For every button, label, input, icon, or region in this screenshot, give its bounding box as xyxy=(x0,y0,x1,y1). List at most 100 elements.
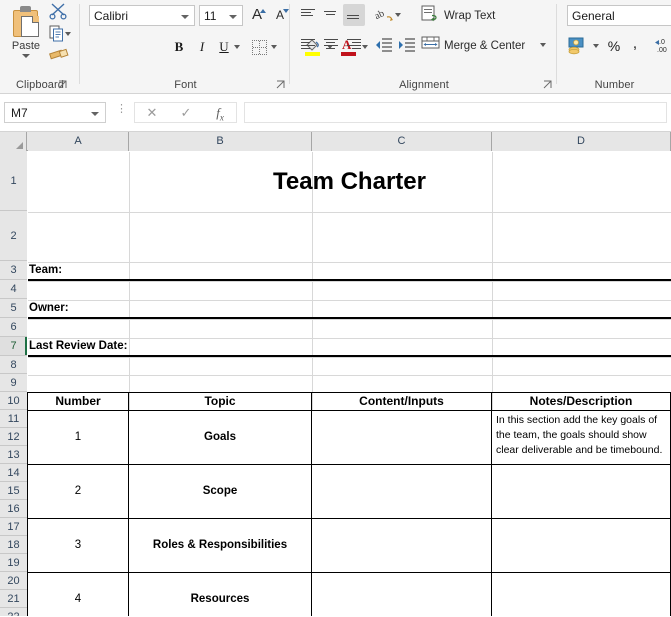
align-top-button[interactable] xyxy=(297,4,319,26)
table-cell-topic[interactable]: Scope xyxy=(128,464,312,519)
row-header-4[interactable]: 4 xyxy=(0,280,27,299)
sheet-title-cell[interactable]: Team Charter xyxy=(28,152,671,212)
borders-dropdown-caret[interactable] xyxy=(271,45,277,49)
clipboard-dialog-launcher[interactable] xyxy=(58,80,68,90)
align-left-button[interactable] xyxy=(297,34,319,56)
table-cell-notes[interactable] xyxy=(491,464,671,519)
row-header-13[interactable]: 13 xyxy=(0,446,27,464)
table-header-notes-description[interactable]: Notes/Description xyxy=(491,392,671,411)
row-header-3[interactable]: 3 xyxy=(0,261,27,280)
align-middle-button[interactable] xyxy=(320,4,342,26)
row-header-15[interactable]: 15 xyxy=(0,482,27,500)
table-cell-number[interactable]: 2 xyxy=(27,464,129,519)
row-header-19[interactable]: 19 xyxy=(0,554,27,572)
merge-and-center-dropdown-caret[interactable] xyxy=(540,43,546,47)
column-header-a[interactable]: A xyxy=(28,132,129,151)
row-header-6[interactable]: 6 xyxy=(0,318,27,337)
align-bottom-button[interactable] xyxy=(343,4,365,26)
check-icon[interactable]: ✓ xyxy=(169,103,203,122)
borders-button[interactable] xyxy=(249,36,271,58)
row-header-2[interactable]: 2 xyxy=(0,211,27,261)
table-cell-notes[interactable]: In this section add the key goals of the… xyxy=(491,410,671,465)
wrap-text-button[interactable] xyxy=(419,3,443,25)
column-header-b[interactable]: B xyxy=(129,132,312,151)
scissors-icon[interactable] xyxy=(48,2,70,22)
table-cell-content[interactable] xyxy=(311,464,492,519)
table-cell-number[interactable]: 4 xyxy=(27,572,129,616)
field-label-last-review-date[interactable]: Last Review Date: xyxy=(28,338,671,357)
number-format-select[interactable]: General xyxy=(567,5,671,26)
column-header-c[interactable]: C xyxy=(312,132,492,151)
align-center-button[interactable] xyxy=(320,34,342,56)
increase-font-size-button[interactable]: A xyxy=(246,4,268,26)
row-header-16[interactable]: 16 xyxy=(0,500,27,518)
paste-dropdown-caret[interactable] xyxy=(22,54,30,58)
row-header-14[interactable]: 14 xyxy=(0,464,27,482)
table-header-number[interactable]: Number xyxy=(27,392,129,411)
accounting-format-dropdown-caret[interactable] xyxy=(593,44,599,48)
copy-icon[interactable] xyxy=(48,24,71,44)
table-cell-number[interactable]: 3 xyxy=(27,518,129,573)
table-cell-content[interactable] xyxy=(311,572,492,616)
italic-button[interactable]: I xyxy=(191,36,213,58)
column-header-d[interactable]: D xyxy=(492,132,671,151)
row-header-7[interactable]: 7 xyxy=(0,337,27,356)
table-cell-topic[interactable]: Resources xyxy=(128,572,312,616)
select-all-corner[interactable] xyxy=(0,132,27,151)
orientation-dropdown-caret[interactable] xyxy=(395,13,401,17)
percent-style-button[interactable]: % xyxy=(604,35,624,57)
row-header-21[interactable]: 21 xyxy=(0,590,27,608)
name-box-caret[interactable] xyxy=(91,112,99,116)
field-label-team[interactable]: Team: xyxy=(28,262,671,281)
row-header-8[interactable]: 8 xyxy=(0,356,27,374)
sheet-surface[interactable]: Team Charter Team: Owner: Last Review Da… xyxy=(27,152,671,616)
row-header-1[interactable]: 1 xyxy=(0,151,27,211)
copy-dropdown-caret[interactable] xyxy=(65,32,71,36)
row-header-18[interactable]: 18 xyxy=(0,536,27,554)
align-right-button[interactable] xyxy=(343,34,365,56)
formula-bar-handle[interactable]: ⋮ xyxy=(116,104,127,120)
font-name-input[interactable]: Calibri xyxy=(89,5,195,26)
field-label-owner[interactable]: Owner: xyxy=(28,300,671,319)
spreadsheet-grid[interactable]: A B C D 1 2 3 4 5 6 7 8 9 10 11 12 13 14… xyxy=(0,132,671,616)
font-name-caret[interactable] xyxy=(181,15,189,19)
table-cell-topic[interactable]: Goals xyxy=(128,410,312,465)
row-header-9[interactable]: 9 xyxy=(0,374,27,392)
font-dialog-launcher[interactable] xyxy=(276,80,286,90)
font-size-caret[interactable] xyxy=(229,15,237,19)
row-header-12[interactable]: 12 xyxy=(0,428,27,446)
table-header-content-inputs[interactable]: Content/Inputs xyxy=(311,392,492,411)
format-painter-icon[interactable] xyxy=(48,46,74,66)
table-cell-content[interactable] xyxy=(311,410,492,465)
alignment-dialog-launcher[interactable] xyxy=(543,80,553,90)
table-cell-topic[interactable]: Roles & Responsibilities xyxy=(128,518,312,573)
formula-input[interactable] xyxy=(244,102,667,123)
table-cell-content[interactable] xyxy=(311,518,492,573)
wrap-text-label[interactable]: Wrap Text xyxy=(444,10,495,22)
orientation-button[interactable]: ab xyxy=(373,4,401,26)
row-header-11[interactable]: 11 xyxy=(0,410,27,428)
decrease-indent-button[interactable] xyxy=(373,34,395,56)
decrease-font-size-button[interactable]: A xyxy=(269,4,291,26)
row-header-22[interactable]: 22 xyxy=(0,608,27,616)
underline-button[interactable]: U xyxy=(213,36,235,58)
row-header-17[interactable]: 17 xyxy=(0,518,27,536)
row-header-10[interactable]: 10 xyxy=(0,392,27,410)
bold-button[interactable]: B xyxy=(168,36,190,58)
close-icon[interactable]: ✕ xyxy=(135,103,169,122)
accounting-format-button[interactable] xyxy=(567,35,591,57)
decrease-decimal-button[interactable]: .0 .00 xyxy=(653,35,671,57)
table-cell-notes[interactable] xyxy=(491,518,671,573)
merge-and-center-label[interactable]: Merge & Center xyxy=(444,40,525,52)
paste-button[interactable]: Paste xyxy=(4,3,48,69)
increase-indent-button[interactable] xyxy=(396,34,418,56)
name-box[interactable]: M7 xyxy=(4,102,106,123)
font-size-input[interactable]: 11 xyxy=(199,5,243,26)
table-cell-number[interactable]: 1 xyxy=(27,410,129,465)
table-cell-notes[interactable] xyxy=(491,572,671,616)
merge-and-center-button[interactable] xyxy=(419,33,443,55)
underline-dropdown-caret[interactable] xyxy=(234,45,240,49)
comma-style-button[interactable]: , xyxy=(626,35,644,57)
row-header-20[interactable]: 20 xyxy=(0,572,27,590)
table-header-topic[interactable]: Topic xyxy=(128,392,312,411)
